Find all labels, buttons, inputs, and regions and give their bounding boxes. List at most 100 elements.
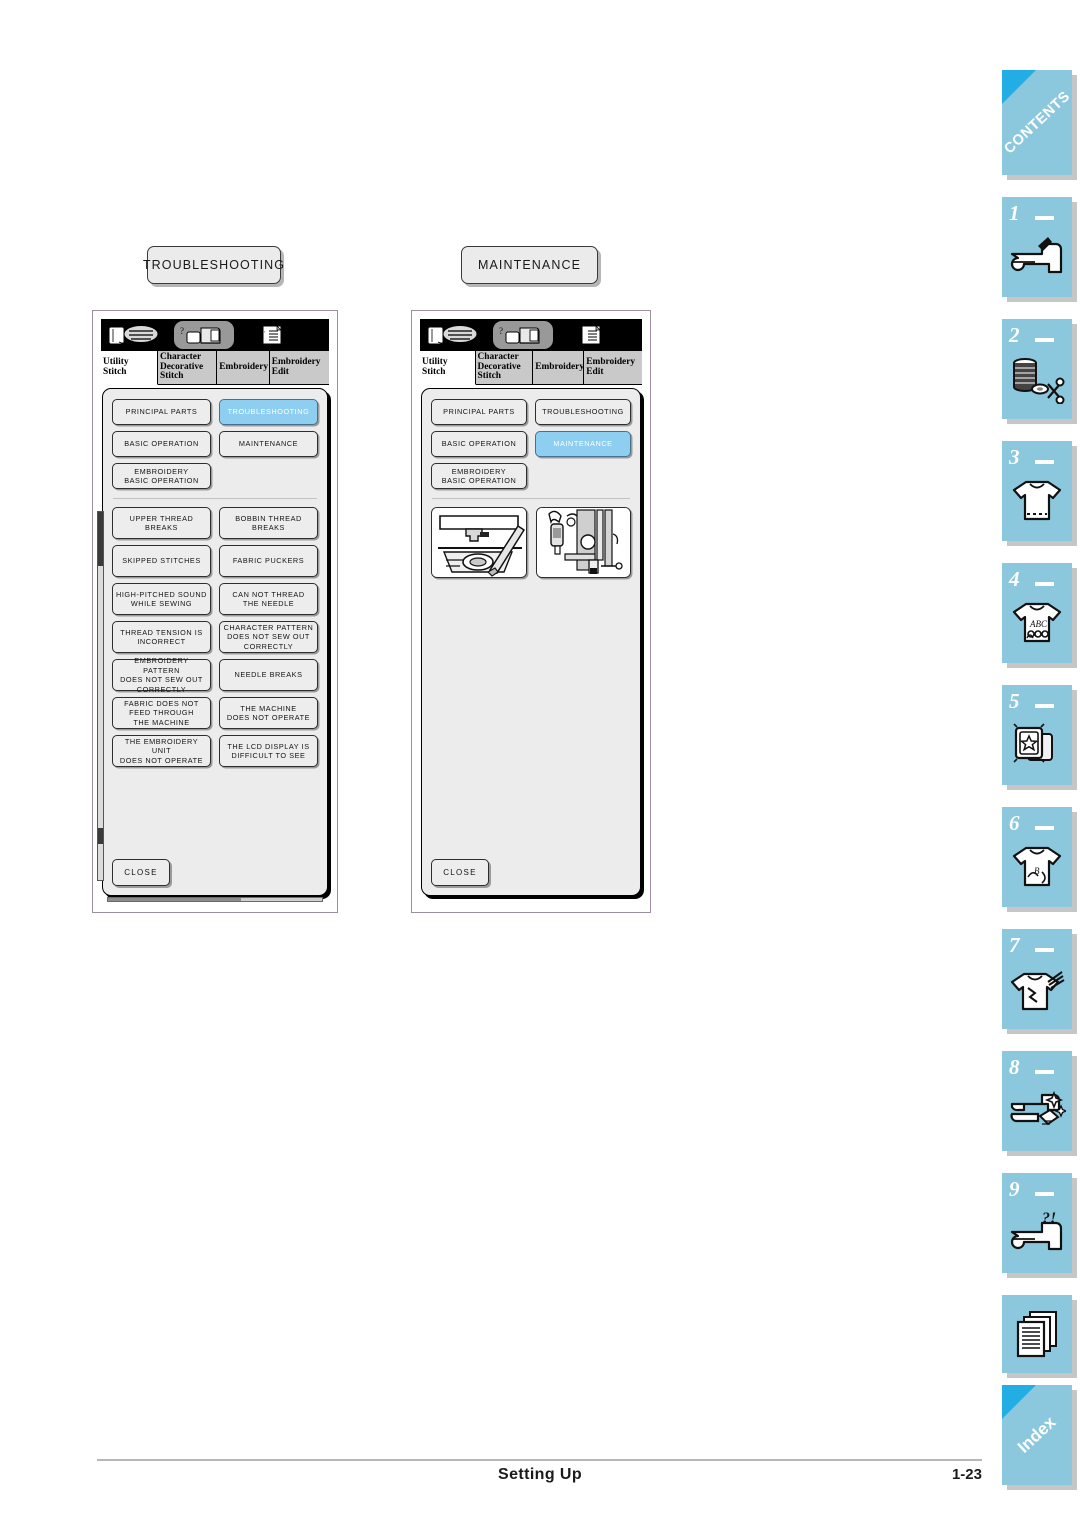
tab-embroidery[interactable]: Embroidery [217,351,270,385]
rail-dash [1035,582,1054,586]
rail-tab-3[interactable]: 3 [1002,441,1072,541]
button-machine-does-not-operate[interactable]: THE MACHINE DOES NOT OPERATE [219,697,318,729]
category-button-grid: PRINCIPAL PARTS TROUBLESHOOTING BASIC OP… [431,399,631,489]
category-button-grid: PRINCIPAL PARTS TROUBLESHOOTING BASIC OP… [112,399,318,489]
maintenance-thumbnail-row [431,507,631,578]
rail-dash [1035,216,1054,220]
tab-label-line2: Stitch [103,366,127,377]
rail-tab-4[interactable]: 4 ABC [1002,563,1072,663]
rail-dash [1035,704,1054,708]
tab-label-line1: Embroidery [535,361,585,372]
spool-scissors-icon [1002,343,1072,417]
tshirt-abc-icon: ABC [1002,587,1072,661]
svg-text:?!: ?! [1042,1210,1056,1227]
button-embroidery-basic-operation[interactable]: EMBROIDERY BASIC OPERATION [431,463,527,489]
button-embroidery-unit-does-not-operate[interactable]: THE EMBROIDERY UNIT DOES NOT OPERATE [112,735,211,767]
button-principal-parts[interactable]: PRINCIPAL PARTS [431,399,527,425]
svg-text:ABC: ABC [1029,619,1048,629]
tab-utility-stitch[interactable]: Utility Stitch [101,351,158,385]
tshirt-stitch-icon [1002,465,1072,539]
button-fabric-does-not-feed[interactable]: FABRIC DOES NOT FEED THROUGH THE MACHINE [112,697,211,729]
button-basic-operation[interactable]: BASIC OPERATION [112,431,211,457]
machine-clean-icon [1002,1075,1072,1149]
button-bobbin-thread-breaks[interactable]: BOBBIN THREAD BREAKS [219,507,318,539]
figure-caption-troubleshooting: TROUBLESHOOTING [143,246,284,284]
button-principal-parts[interactable]: PRINCIPAL PARTS [112,399,211,425]
svg-text:?: ? [180,326,184,336]
rail-tab-label: CONTENTS [1000,88,1074,157]
vertical-scrollbar[interactable] [97,511,104,881]
rail-tab-9[interactable]: 9 ?! [1002,1173,1072,1273]
manual-page-icon[interactable]: › [243,321,301,349]
utility-stitch-icon[interactable] [422,321,490,349]
rail-tab-8[interactable]: 8 [1002,1051,1072,1151]
figure-caption-maintenance: MAINTENANCE [461,246,598,284]
rail-tab-5[interactable]: 5 [1002,685,1072,785]
lcd-icon-tab-bar: ? › [101,319,329,351]
tab-label-line3: Stitch [160,371,184,382]
svg-text:?: ? [499,326,503,336]
dialog-divider [432,498,630,499]
tab-label-line2: Edit [586,366,604,377]
rail-tab-7[interactable]: 7 [1002,929,1072,1029]
utility-stitch-icon[interactable] [103,321,171,349]
tab-character-decorative-stitch[interactable]: Character Decorative Stitch [475,351,534,385]
rail-dash [1035,1192,1054,1196]
scrollbar-thumb-bottom[interactable] [98,828,103,844]
maintenance-dialog: PRINCIPAL PARTS TROUBLESHOOTING BASIC OP… [421,388,641,896]
machine-help-icon[interactable]: ? [493,321,553,349]
rail-tab-pages[interactable] [1002,1295,1072,1373]
manual-page-icon[interactable] [562,321,620,349]
close-button[interactable]: CLOSE [431,859,489,886]
tab-embroidery[interactable]: Embroidery [533,351,585,385]
button-troubleshooting[interactable]: TROUBLESHOOTING [219,399,318,425]
button-needle-breaks[interactable]: NEEDLE BREAKS [219,659,318,691]
footer-divider [97,1459,982,1461]
rail-tab-1[interactable]: 1 [1002,197,1072,297]
button-thread-tension-incorrect[interactable]: THREAD TENSION IS INCORRECT [112,621,211,653]
pages-icon [1002,1299,1072,1371]
scrollbar-thumb-top[interactable] [98,512,103,566]
lcd-icon-tab-bar: ? [420,319,642,351]
rail-dash [1035,338,1054,342]
tab-label-line1: Embroidery [219,361,269,372]
button-maintenance[interactable]: MAINTENANCE [219,431,318,457]
button-troubleshooting[interactable]: TROUBLESHOOTING [535,399,631,425]
button-maintenance[interactable]: MAINTENANCE [535,431,631,457]
button-upper-thread-breaks[interactable]: UPPER THREAD BREAKS [112,507,211,539]
rail-tab-2[interactable]: 2 [1002,319,1072,419]
footer-page-number: 1-23 [951,1466,982,1483]
tab-utility-stitch[interactable]: Utility Stitch [420,351,476,385]
tab-label-line2: Stitch [422,366,446,377]
machine-interior-thumbnail[interactable] [535,507,631,578]
lcd-text-tab-row: Utility Stitch Character Decorative Stit… [420,351,642,385]
button-skipped-stitches[interactable]: SKIPPED STITCHES [112,545,211,577]
rail-dash [1035,460,1054,464]
rail-tab-6[interactable]: 6 B [1002,807,1072,907]
embroidery-card-icon [1002,709,1072,783]
button-embroidery-basic-operation[interactable]: EMBROIDERY BASIC OPERATION [112,463,211,489]
manual-page: TROUBLESHOOTING MAINTENANCE ? › Utility … [0,0,1080,1526]
rail-tab-contents[interactable]: CONTENTS [1001,70,1073,175]
tshirt-monogram-icon: B [1002,831,1072,905]
close-button[interactable]: CLOSE [112,859,170,886]
machine-help-icon[interactable]: ? [174,321,234,349]
button-high-pitched-sound[interactable]: HIGH-PITCHED SOUND WHILE SEWING [112,583,211,615]
button-lcd-difficult-to-see[interactable]: THE LCD DISPLAY IS DIFFICULT TO SEE [219,735,318,767]
rail-dash [1035,1070,1054,1074]
button-embroidery-pattern-incorrect[interactable]: EMBROIDERY PATTERN DOES NOT SEW OUT CORREC… [112,656,211,694]
troubleshooting-dialog: PRINCIPAL PARTS TROUBLESHOOTING BASIC OP… [97,388,328,902]
dialog-divider [113,498,317,499]
cleaning-race-thumbnail[interactable] [431,507,527,578]
index-tab-rail: CONTENTS 1 2 3 4 ABC 5 6 B 7 8 9 ?! Inde… [994,0,1080,1526]
tab-embroidery-edit[interactable]: Embroidery Edit [584,351,642,385]
button-basic-operation[interactable]: BASIC OPERATION [431,431,527,457]
issue-button-grid: UPPER THREAD BREAKS BOBBIN THREAD BREAKS S… [112,507,318,767]
horizontal-scrollbar[interactable] [107,897,323,902]
tab-embroidery-edit[interactable]: Embroidery Edit [269,351,329,385]
button-fabric-puckers[interactable]: FABRIC PUCKERS [219,545,318,577]
tab-character-decorative-stitch[interactable]: Character Decorative Stitch [158,351,218,385]
button-can-not-thread-needle[interactable]: CAN NOT THREAD THE NEEDLE [219,583,318,615]
rail-dash [1035,948,1054,952]
button-character-pattern-incorrect[interactable]: CHARACTER PATTERN DOES NOT SEW OUT CORRECT… [219,621,318,653]
